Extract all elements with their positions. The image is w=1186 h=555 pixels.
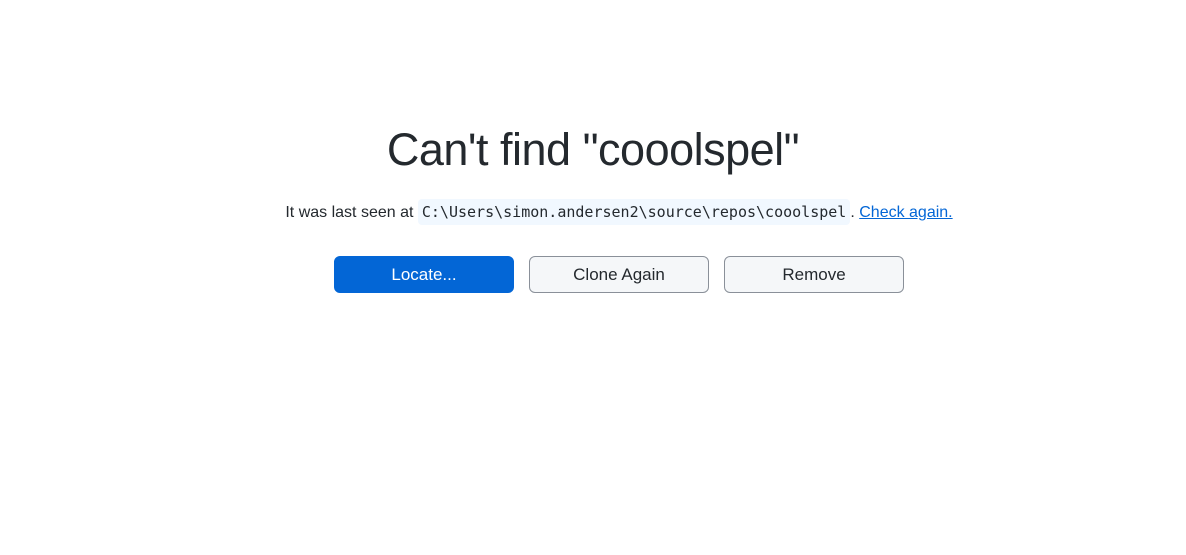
- action-buttons: Locate... Clone Again Remove: [334, 256, 904, 293]
- page-title: Can't find "cooolspel": [386, 124, 800, 175]
- locate-button[interactable]: Locate...: [334, 256, 514, 293]
- missing-repository-view: Can't find "cooolspel" It was last seen …: [0, 0, 1186, 555]
- remove-button[interactable]: Remove: [724, 256, 904, 293]
- last-seen-label: It was last seen at: [285, 204, 414, 221]
- check-again-link[interactable]: Check again.: [859, 204, 952, 221]
- last-seen-message: It was last seen at C:\Users\simon.ander…: [0, 196, 1186, 229]
- clone-again-button[interactable]: Clone Again: [529, 256, 709, 293]
- sentence-separator: .: [850, 204, 855, 221]
- repository-path: C:\Users\simon.andersen2\source\repos\co…: [417, 199, 851, 225]
